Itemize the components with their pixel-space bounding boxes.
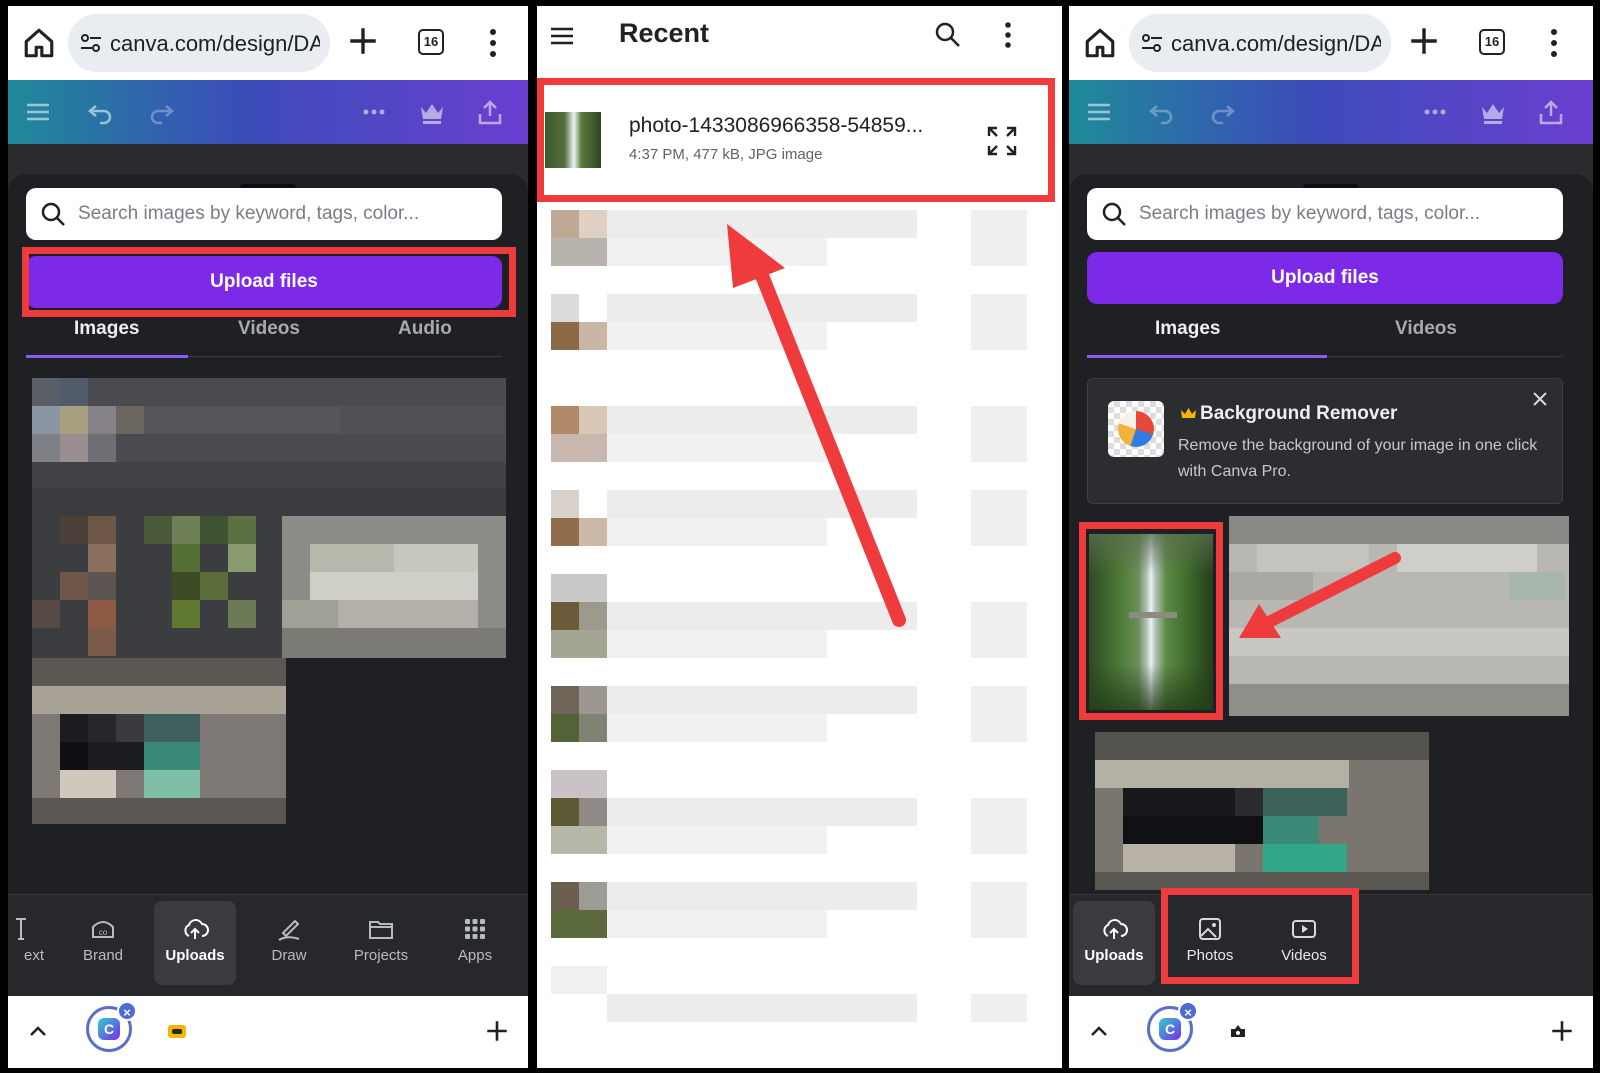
close-icon[interactable]: × [1178,1001,1198,1021]
redo-icon[interactable] [1209,98,1237,126]
extension-icon[interactable] [1227,1020,1249,1042]
pen-icon [278,919,300,941]
upload-files-button[interactable]: Upload files [1087,252,1563,304]
address-bar[interactable]: canva.com/design/DA [68,14,330,72]
nav-apps[interactable]: Apps [434,901,516,985]
promo-title: Background Remover [1200,403,1398,424]
canva-logo-icon: C [98,1018,120,1040]
panel-upload-start: canva.com/design/DA 16 Search images by … [8,6,528,1068]
highlight-box [1161,888,1359,984]
canva-tab-bubble[interactable]: C × [86,1001,137,1052]
nav-brand[interactable]: co Brand [62,901,144,985]
annotation-arrow [727,224,906,627]
share-icon[interactable] [1537,98,1565,126]
canva-tab-bubble[interactable]: C × [1147,1001,1198,1052]
home-icon[interactable] [1083,26,1117,60]
url-text: canva.com/design/DA [110,31,320,56]
hamburger-menu-icon[interactable] [1085,98,1113,126]
nav-uploads[interactable]: Uploads [154,901,236,985]
extension-icon[interactable] [166,1020,188,1042]
browser-toolbar: canva.com/design/DA 16 [1069,6,1593,80]
promo-thumbnail [1108,401,1164,457]
nav-projects[interactable]: Projects [340,901,422,985]
undo-icon[interactable] [86,98,114,126]
tab-switcher-button[interactable]: 16 [1479,29,1505,55]
add-icon[interactable] [484,1018,510,1044]
canva-editor-header [1069,80,1593,144]
blurred-upload-thumbnail[interactable] [32,516,506,658]
search-input[interactable]: Search images by keyword, tags, color... [26,188,502,240]
annotation-arrow [1239,552,1401,638]
redo-icon[interactable] [148,98,176,126]
nav-text[interactable]: ext [8,901,50,985]
close-icon[interactable] [1530,389,1550,409]
site-settings-icon[interactable] [1141,33,1163,53]
nav-uploads[interactable]: Uploads [1073,901,1155,985]
chevron-up-icon[interactable] [1087,1020,1111,1044]
search-icon [1102,202,1126,226]
svg-text:co: co [99,928,108,937]
cloud-upload-icon [184,919,209,939]
canva-logo-icon: C [1159,1018,1181,1040]
tab-switcher-button[interactable]: 16 [418,29,444,55]
undo-icon[interactable] [1147,98,1175,126]
search-placeholder: Search images by keyword, tags, color... [78,203,420,224]
crown-icon [1181,408,1196,418]
share-icon[interactable] [476,98,504,126]
blurred-upload-thumbnail[interactable] [1095,732,1429,890]
search-icon [41,202,65,226]
browser-bottom-bar: C × [1069,996,1593,1068]
browser-menu-icon[interactable] [488,26,498,60]
browser-toolbar: canva.com/design/DA 16 [8,6,528,80]
blurred-upload-thumbnail[interactable] [32,658,286,824]
search-placeholder: Search images by keyword, tags, color... [1139,203,1481,224]
highlight-box [1079,522,1223,720]
crown-icon[interactable] [418,98,446,126]
more-icon[interactable] [360,98,388,126]
search-input[interactable]: Search images by keyword, tags, color... [1087,188,1563,240]
cloud-upload-icon [1103,919,1128,939]
folder-icon [369,921,393,939]
url-text: canva.com/design/DA [1171,31,1381,56]
site-settings-icon[interactable] [80,33,102,53]
tab-audio[interactable]: Audio [398,318,452,340]
tab-images[interactable]: Images [74,318,139,340]
more-icon[interactable] [1421,98,1449,126]
new-tab-icon[interactable] [1407,24,1441,58]
tab-videos[interactable]: Videos [1395,318,1457,340]
add-icon[interactable] [1549,1018,1575,1044]
background-remover-promo[interactable]: Background Remover Remove the background… [1087,378,1563,504]
crown-icon[interactable] [1479,98,1507,126]
highlight-box [22,247,516,317]
home-icon[interactable] [22,26,56,60]
chevron-up-icon[interactable] [26,1020,50,1044]
address-bar[interactable]: canva.com/design/DA [1129,14,1391,72]
browser-bottom-bar: C × [8,996,528,1068]
nav-draw[interactable]: Draw [248,901,330,985]
editor-bottom-nav: ext co Brand Uploads Draw Projects Apps [8,894,528,996]
grid-icon [465,919,485,939]
browser-menu-icon[interactable] [1549,26,1559,60]
hamburger-menu-icon[interactable] [24,98,52,126]
panel-upload-result: canva.com/design/DA 16 Search images by … [1069,6,1593,1068]
blurred-upload-thumbnail[interactable] [32,378,506,516]
new-tab-icon[interactable] [346,24,380,58]
tab-indicator [1087,355,1327,358]
brand-icon: co [92,921,114,938]
canva-editor-header [8,80,528,144]
tab-videos[interactable]: Videos [238,318,300,340]
panel-file-picker: Recent photo-1433086966358-54859... 4:37… [537,6,1062,1068]
close-icon[interactable]: × [117,1001,137,1021]
text-icon [16,918,26,940]
tab-images[interactable]: Images [1155,318,1220,340]
promo-description: Remove the background of your image in o… [1178,437,1538,480]
tab-indicator [26,355,188,358]
